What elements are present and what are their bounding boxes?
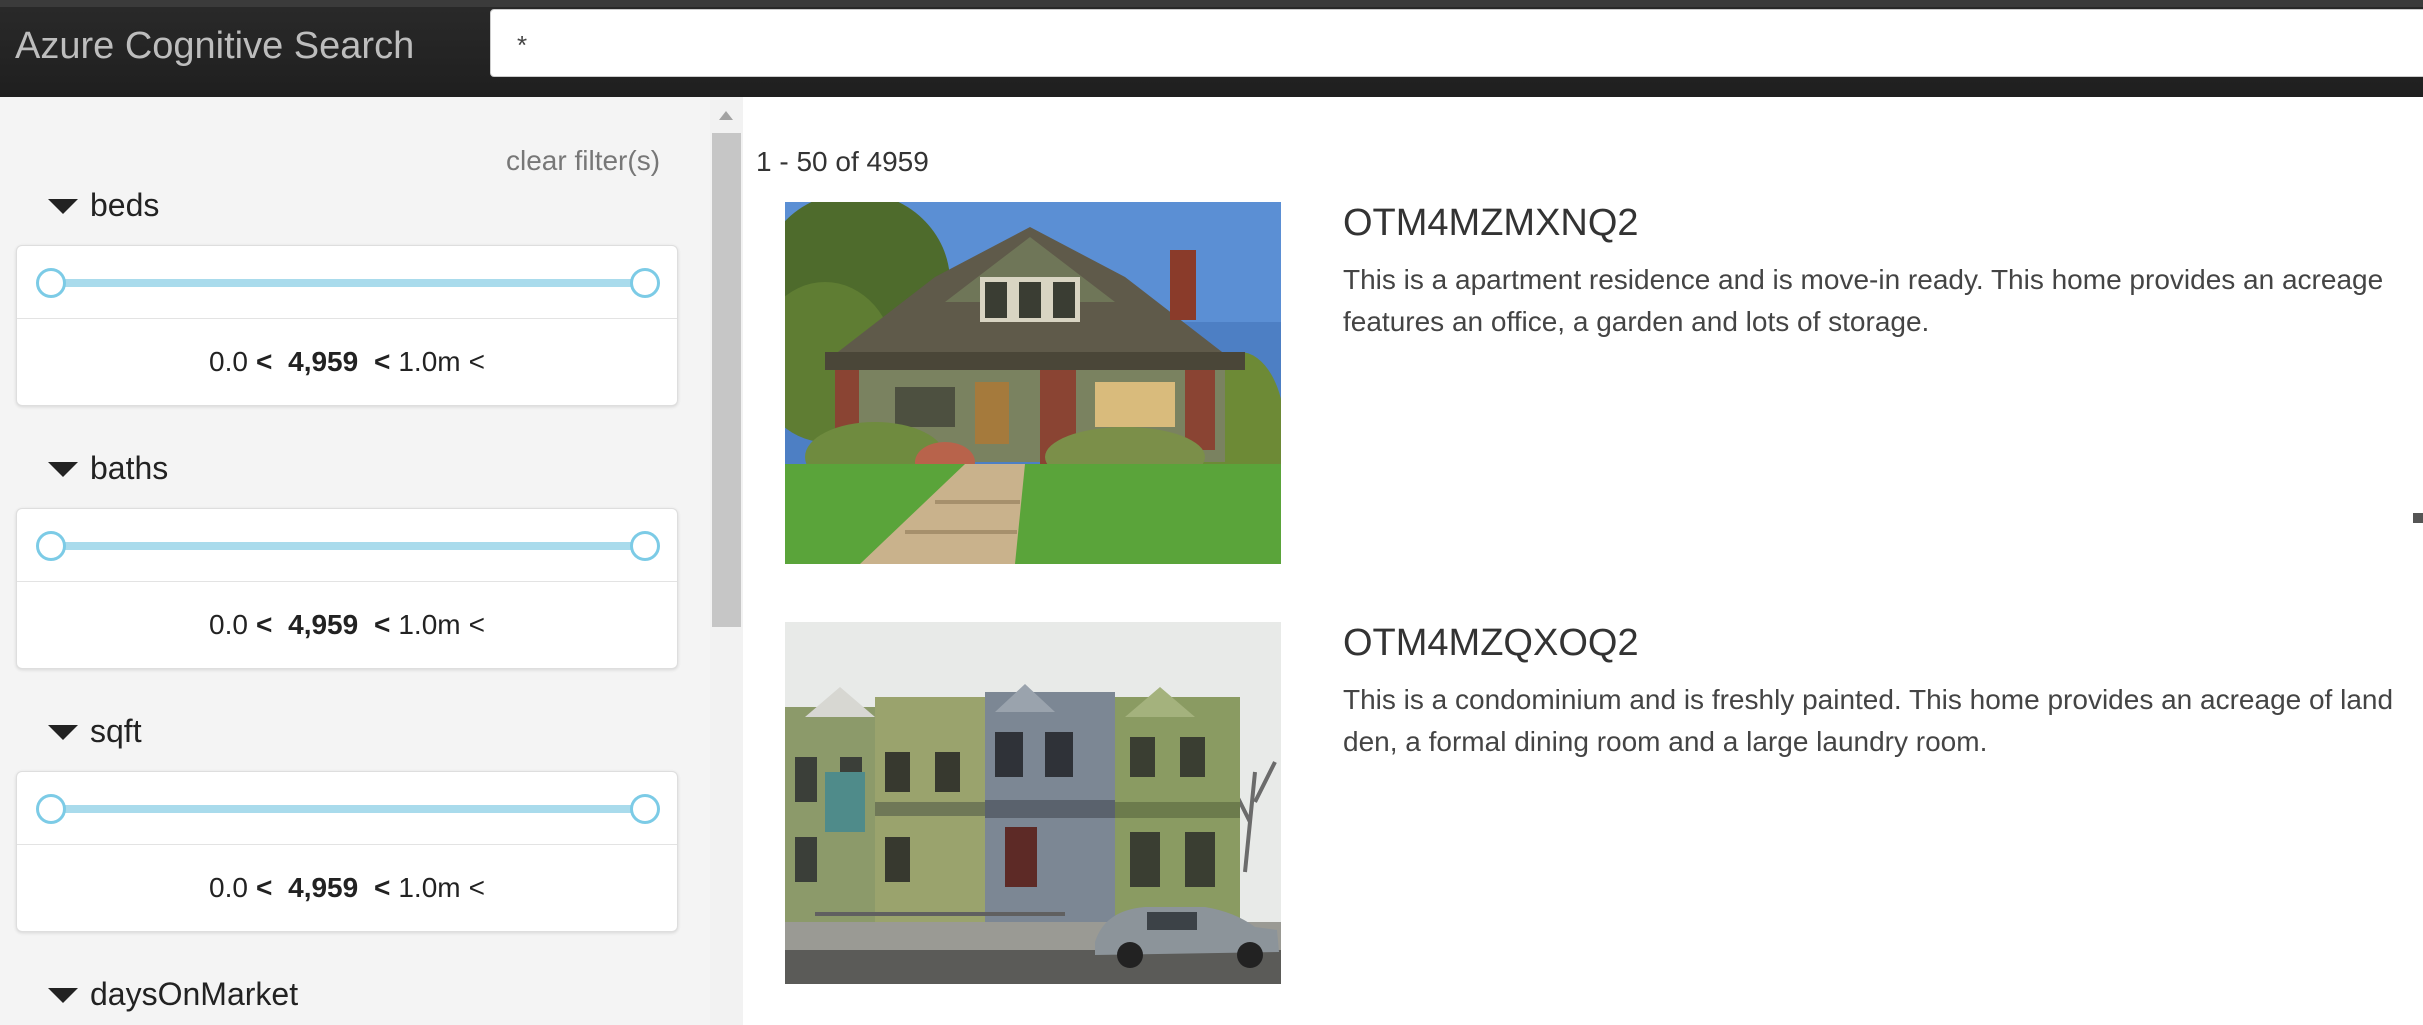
range-max: 1.0m [398,346,461,377]
range-sep: < [468,872,485,903]
clear-filters-link[interactable]: clear filter(s) [506,145,660,177]
top-bar: Azure Cognitive Search * [0,0,2423,97]
range-max: 1.0m [398,872,461,903]
facet-header-sqft[interactable]: sqft [48,711,142,751]
range-slider-min-handle[interactable] [36,794,66,824]
range-min: 0.0 [209,346,248,377]
collapse-triangle-icon [48,461,78,477]
range-max: 1.0m [398,609,461,640]
house-photo[interactable] [785,622,1281,984]
description-line: den, a formal dining room and a large la… [1343,726,1988,757]
range-slider-max-handle[interactable] [630,794,660,824]
scroll-thumb[interactable] [712,133,741,627]
range-slider-max-handle[interactable] [630,268,660,298]
facet-card-sqft: 0.0 < 4,959 < 1.0m < [16,771,678,932]
result-count: 1 - 50 of 4959 [756,146,929,177]
description-line: This is a condominium and is freshly pai… [1343,684,2394,715]
collapse-triangle-icon [48,198,78,214]
range-summary: 0.0 < 4,959 < 1.0m < [17,844,677,932]
range-sep: < [468,346,485,377]
app-title: Azure Cognitive Search [15,25,415,67]
facet-card-beds: 0.0 < 4,959 < 1.0m < [16,245,678,406]
facet-daysonmarket: daysOnMarket [0,974,710,1024]
description-line: This is a apartment residence and is mov… [1343,264,2384,295]
edge-handle-mark [2413,513,2423,523]
result-description: This is a apartment residence and is mov… [1343,259,2423,343]
range-sep: < [255,872,273,903]
scroll-up-arrow-icon[interactable] [719,111,733,120]
facet-header-baths[interactable]: baths [48,448,168,488]
range-summary: 0.0 < 4,959 < 1.0m < [17,581,677,669]
range-min: 0.0 [209,609,248,640]
facet-name: baths [90,449,169,486]
range-slider-track[interactable] [51,805,649,813]
facet-baths: baths 0.0 < 4,959 < 1.0m < [0,448,710,678]
range-slider-min-handle[interactable] [36,531,66,561]
facet-sidebar: clear filter(s) beds 0.0 < 4,959 < 1.0m … [0,97,710,1025]
range-sep: < [373,872,391,903]
range-count: 4,959 [288,609,359,640]
range-summary: 0.0 < 4,959 < 1.0m < [17,318,677,406]
range-count: 4,959 [288,346,359,377]
result-item[interactable]: OTM4MZQXOQ2 This is a condominium and is… [785,622,2423,992]
range-count: 4,959 [288,872,359,903]
top-accent-strip [0,0,2423,7]
result-item[interactable]: OTM4MZMXNQ2 This is a apartment residenc… [785,202,2423,572]
range-sep: < [373,609,391,640]
range-slider-max-handle[interactable] [630,531,660,561]
result-description: This is a condominium and is freshly pai… [1343,679,2423,763]
result-title[interactable]: OTM4MZMXNQ2 [1343,202,1639,245]
facet-name: beds [90,186,160,223]
facet-sqft: sqft 0.0 < 4,959 < 1.0m < [0,711,710,941]
facet-name: daysOnMarket [90,975,299,1012]
collapse-triangle-icon [48,987,78,1003]
facet-name: sqft [90,712,142,749]
facet-beds: beds 0.0 < 4,959 < 1.0m < [0,185,710,415]
range-sep: < [373,346,391,377]
range-sep: < [255,346,273,377]
range-sep: < [255,609,273,640]
result-title[interactable]: OTM4MZQXOQ2 [1343,622,1639,665]
range-slider-track[interactable] [51,542,649,550]
facet-card-baths: 0.0 < 4,959 < 1.0m < [16,508,678,669]
facet-header-daysonmarket[interactable]: daysOnMarket [48,974,298,1014]
description-line: features an office, a garden and lots of… [1343,306,1930,337]
search-input[interactable]: * [490,9,2423,77]
range-sep: < [468,609,485,640]
row-houses-photo [785,622,1281,984]
range-slider-min-handle[interactable] [36,268,66,298]
house-photo[interactable] [785,202,1281,564]
sidebar-scrollbar[interactable] [710,97,743,1025]
range-slider-track[interactable] [51,279,649,287]
facet-header-beds[interactable]: beds [48,185,159,225]
craftsman-house-photo [785,202,1281,564]
collapse-triangle-icon [48,724,78,740]
range-min: 0.0 [209,872,248,903]
